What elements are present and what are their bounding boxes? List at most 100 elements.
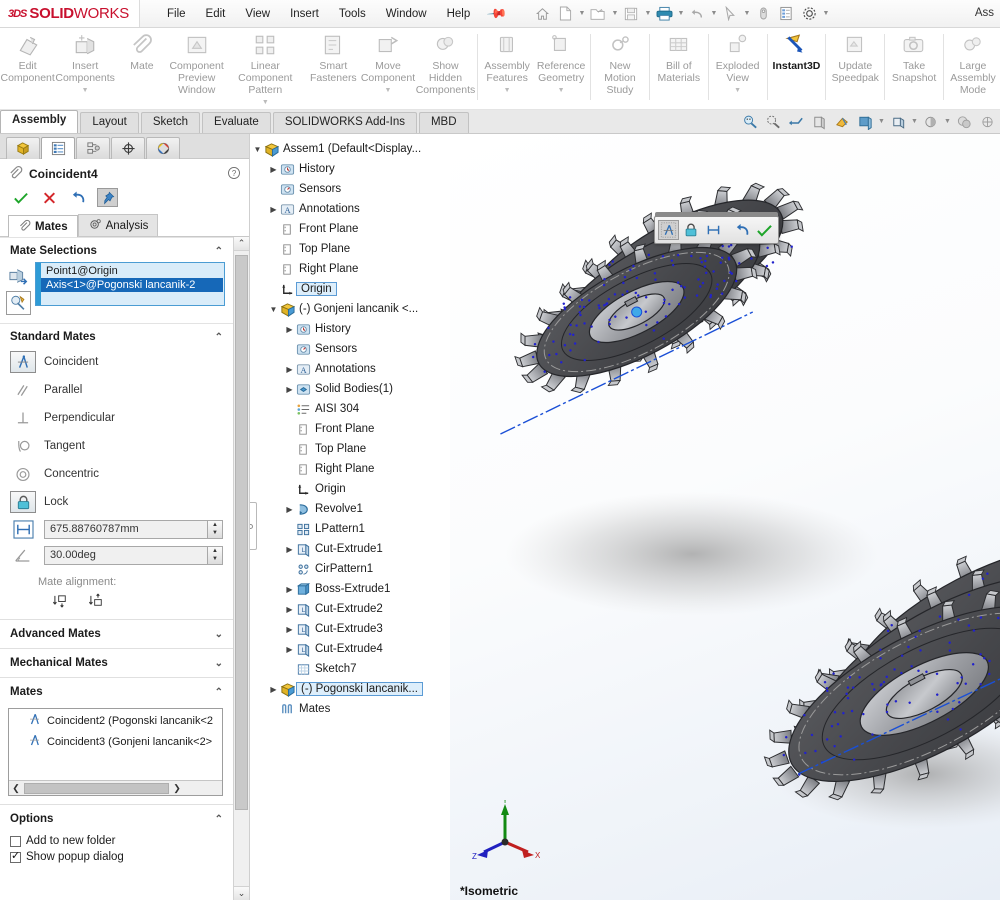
cancel-x-icon[interactable]: [39, 188, 60, 207]
panel-scrollbar[interactable]: ⌃ ⌄: [233, 237, 249, 900]
multiple-mate-mode-icon[interactable]: [6, 291, 31, 315]
chevron-down-icon[interactable]: ▼: [877, 118, 886, 125]
tab-evaluate[interactable]: Evaluate: [202, 112, 271, 133]
menu-view[interactable]: View: [236, 4, 279, 24]
chevron-down-icon[interactable]: ▼: [82, 85, 89, 97]
tree-node[interactable]: ▶ L Cut-Extrude2: [250, 599, 450, 619]
tree-node[interactable]: AISI 304: [250, 399, 450, 419]
scroll-thumb[interactable]: [24, 782, 169, 794]
tree-node[interactable]: ▶ Solid Bodies(1): [250, 379, 450, 399]
tree-node[interactable]: Sensors: [250, 179, 450, 199]
ribbon-button-component-preview[interactable]: Component Preview Window: [169, 28, 224, 109]
ribbon-button-assembly-features[interactable]: Assembly Features ▼: [480, 28, 534, 109]
ribbon-button-motion-study[interactable]: New Motion Study: [593, 28, 647, 109]
ribbon-button-mate-paperclip[interactable]: Mate: [115, 28, 169, 109]
tree-node[interactable]: Sketch7: [250, 659, 450, 679]
ribbon-button-smart-fasteners[interactable]: Smart Fasteners: [306, 28, 360, 109]
menu-edit[interactable]: Edit: [197, 4, 235, 24]
scroll-right-icon[interactable]: ❯: [170, 783, 184, 794]
tree-node[interactable]: Front Plane: [250, 419, 450, 439]
tab-sketch[interactable]: Sketch: [140, 112, 201, 133]
tree-node[interactable]: Top Plane: [250, 239, 450, 259]
tree-node[interactable]: ▶ History: [250, 319, 450, 339]
chevron-down-icon[interactable]: ▼: [943, 118, 952, 125]
mate-option-parallel[interactable]: Parallel: [0, 376, 233, 404]
open-folder-icon[interactable]: [587, 3, 609, 25]
tab-assembly[interactable]: Assembly: [0, 110, 79, 133]
chevron-down-icon[interactable]: ▼: [558, 85, 565, 97]
hide-show-icon[interactable]: [887, 111, 909, 132]
zoom-to-fit-icon[interactable]: [739, 111, 761, 132]
chevron-down-icon[interactable]: ▼: [262, 97, 269, 109]
chevron-right-icon[interactable]: ▶: [268, 165, 279, 174]
help-question-icon[interactable]: ?: [227, 166, 241, 183]
aligned-icon[interactable]: [50, 591, 72, 611]
chevron-right-icon[interactable]: ▶: [284, 625, 295, 634]
tab-layout[interactable]: Layout: [80, 112, 139, 133]
distance-mate-icon[interactable]: [703, 220, 724, 240]
tree-node[interactable]: ▶ A Annotations: [250, 359, 450, 379]
feature-tree-tab[interactable]: [6, 137, 40, 159]
chevron-right-icon[interactable]: ▶: [284, 545, 295, 554]
menu-window[interactable]: Window: [377, 4, 436, 24]
mate-selection-item[interactable]: Point1@Origin: [37, 264, 223, 278]
tree-node[interactable]: Front Plane: [250, 219, 450, 239]
tree-node[interactable]: ▶ History: [250, 159, 450, 179]
home-icon[interactable]: [531, 3, 553, 25]
ribbon-button-exploded-view[interactable]: Exploded View ▼: [711, 28, 765, 109]
mates-list-box[interactable]: Coincident2 (Pogonski lancanik<2 Coincid…: [8, 708, 223, 796]
tree-node[interactable]: ▶ L Cut-Extrude4: [250, 639, 450, 659]
mate-option-perpendicular[interactable]: Perpendicular: [0, 404, 233, 432]
chevron-down-icon[interactable]: ⌄: [215, 629, 223, 640]
zoom-to-area-icon[interactable]: [762, 111, 784, 132]
subtab-mates[interactable]: Mates: [8, 215, 78, 237]
tree-node[interactable]: ▼ (-) Gonjeni lancanik <...: [250, 299, 450, 319]
tree-node[interactable]: ▶ A Annotations: [250, 199, 450, 219]
configuration-manager-tab[interactable]: [76, 137, 110, 159]
tree-node[interactable]: ▶ Revolve1: [250, 499, 450, 519]
ribbon-button-large-assembly[interactable]: Large Assembly Mode: [946, 28, 1000, 109]
tree-node[interactable]: ▶ L Cut-Extrude1: [250, 539, 450, 559]
chevron-up-icon[interactable]: ⌃: [215, 814, 223, 825]
chevron-right-icon[interactable]: ▶: [284, 505, 295, 514]
undo-icon[interactable]: [732, 220, 753, 240]
mechanical-mates-header[interactable]: Mechanical Mates ⌄: [0, 648, 233, 677]
chevron-down-icon[interactable]: ▼: [821, 10, 830, 17]
more-view-options-icon[interactable]: [976, 111, 998, 132]
lock-mate-icon[interactable]: [681, 220, 702, 240]
scrollbar-track[interactable]: [234, 251, 249, 886]
apply-scene-icon[interactable]: [920, 111, 942, 132]
checkbox[interactable]: [10, 849, 21, 863]
option-add-to-new-folder[interactable]: Add to new folder: [0, 833, 233, 849]
menu-tools[interactable]: Tools: [330, 4, 375, 24]
print-icon[interactable]: [653, 3, 675, 25]
chevron-down-icon[interactable]: ▼: [709, 10, 718, 17]
tree-node[interactable]: ▼ Assem1 (Default<Display...: [250, 139, 450, 159]
dimxpert-tab[interactable]: [111, 137, 145, 159]
chevron-down-icon[interactable]: ▼: [577, 10, 586, 17]
menu-file[interactable]: File: [158, 4, 195, 24]
chevron-down-icon[interactable]: ▼: [742, 10, 751, 17]
options-header[interactable]: Options ⌃: [0, 804, 233, 833]
ribbon-button-bom[interactable]: Bill of Materials: [652, 28, 706, 109]
new-document-icon[interactable]: [554, 3, 576, 25]
appearances-tab[interactable]: [146, 137, 180, 159]
selection-entities-icon[interactable]: [6, 264, 31, 288]
tree-node[interactable]: ▶ Boss-Extrude1: [250, 579, 450, 599]
chevron-down-icon[interactable]: ▼: [643, 10, 652, 17]
mate-selection-item[interactable]: Axis<1>@Pogonski lancanik-2: [37, 278, 223, 292]
chevron-right-icon[interactable]: ▶: [268, 685, 279, 694]
chevron-down-icon[interactable]: ▼: [676, 10, 685, 17]
ribbon-button-show-hidden[interactable]: Show Hidden Components: [416, 28, 476, 109]
tree-node[interactable]: Origin: [250, 479, 450, 499]
horizontal-scrollbar[interactable]: ❮ ❯: [9, 780, 222, 795]
ribbon-button-linear-pattern[interactable]: Linear Component Pattern ▼: [224, 28, 306, 109]
mate-option-lock[interactable]: Lock: [0, 488, 233, 516]
chevron-down-icon[interactable]: ⌄: [215, 658, 223, 669]
ribbon-button-insert-components[interactable]: Insert Components ▼: [55, 28, 115, 109]
tree-node[interactable]: Mates: [250, 699, 450, 719]
display-style-icon[interactable]: [854, 111, 876, 132]
angle-input[interactable]: 30.00deg ▲ ▼: [44, 545, 223, 565]
subtab-analysis[interactable]: Analysis: [77, 214, 159, 236]
chevron-right-icon[interactable]: ▶: [284, 585, 295, 594]
